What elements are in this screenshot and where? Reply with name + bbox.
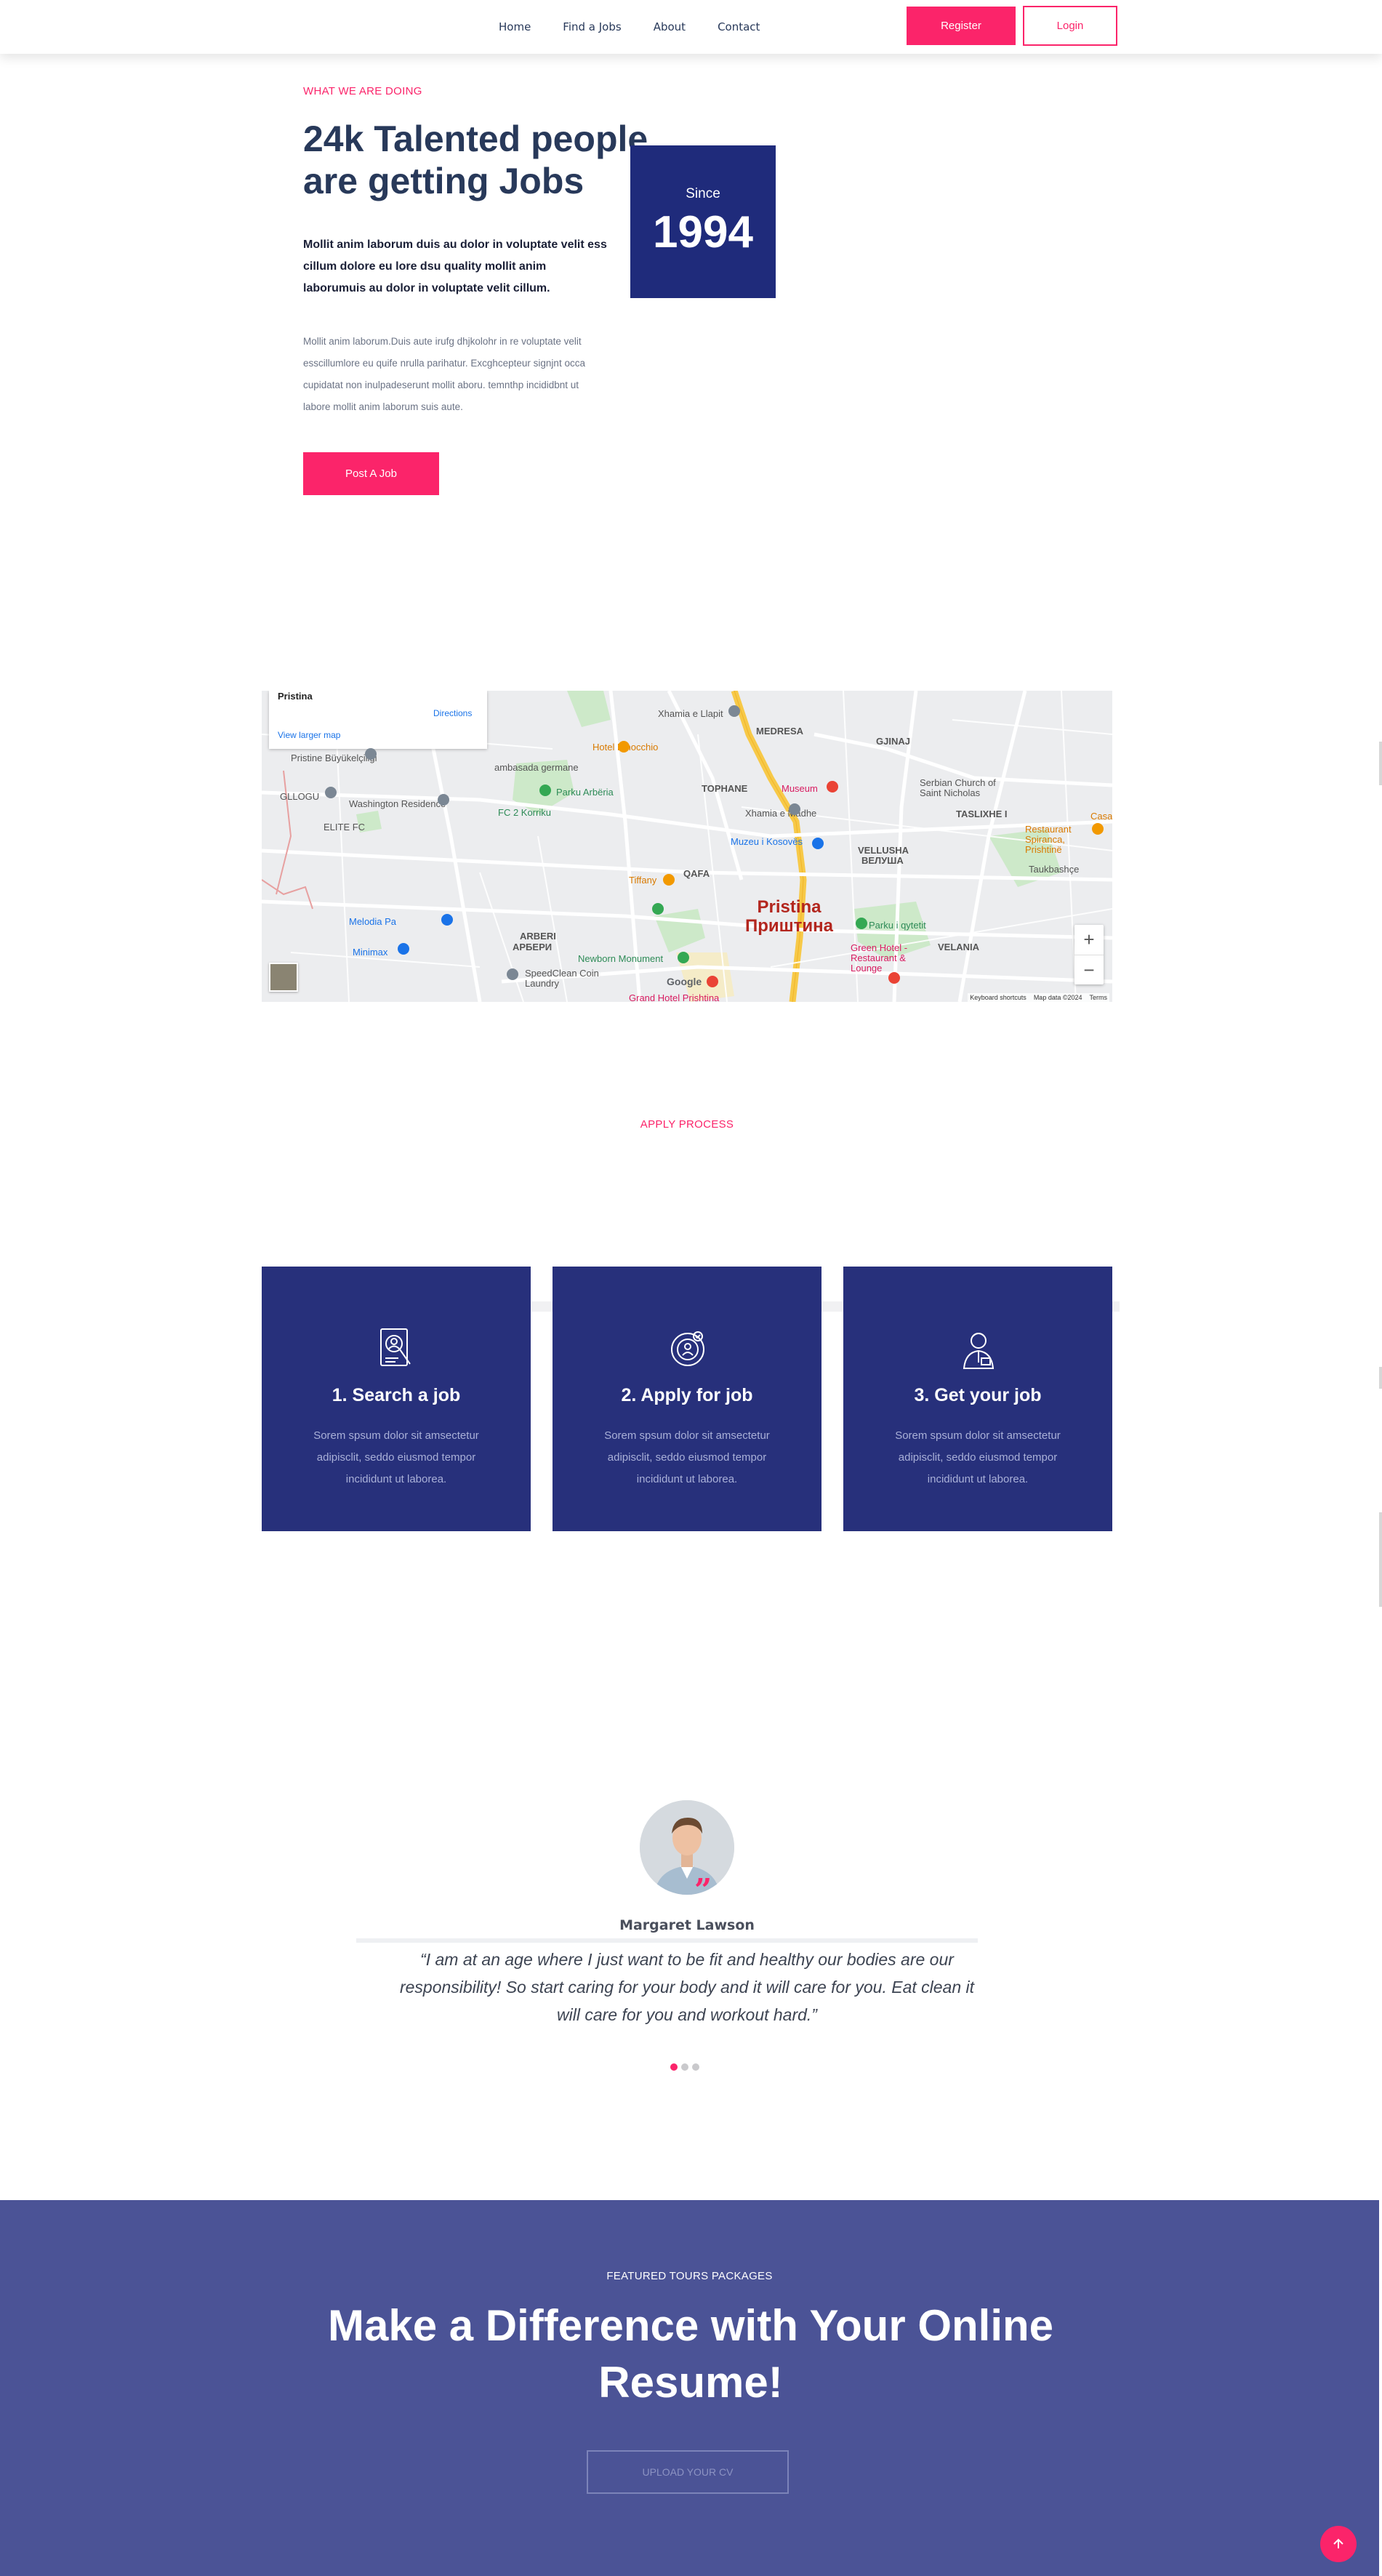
map-data-label: Map data ©2024 <box>1033 994 1082 1001</box>
process-eyebrow: APPLY PROCESS <box>640 1118 734 1131</box>
zoom-in-button[interactable]: + <box>1074 925 1104 955</box>
map-label: Parku Arbëria <box>556 787 614 798</box>
map-label: АРБЕРИ <box>513 942 553 952</box>
upload-cv-button[interactable]: UPLOAD YOUR CV <box>587 2450 789 2494</box>
map-label: Minimax <box>353 947 388 958</box>
about-eyebrow: WHAT WE ARE DOING <box>303 85 422 97</box>
map-city-name: Pristina <box>757 897 821 917</box>
about-paragraph: Mollit anim laborum.Duis aute irufg dhjk… <box>303 336 585 412</box>
back-to-top-button[interactable] <box>1320 2526 1357 2562</box>
map-city-name-cyr: Приштина <box>745 916 834 936</box>
process-card-text: Sorem spsum dolor sit amsectetur adipisc… <box>313 1429 479 1485</box>
map-label: Muzeu i Kosovës <box>731 836 803 847</box>
about-title: 24k Talented people are getting Jobs <box>303 119 648 201</box>
map-place-name: Pristina <box>278 691 313 702</box>
map-label: Melodia Pa <box>349 916 397 927</box>
map-label: Casa <box>1090 811 1112 822</box>
scrollbar-thumb[interactable] <box>1379 1367 1382 1389</box>
process-card-title: 2. Apply for job <box>621 1385 753 1405</box>
process-card-title: 3. Get your job <box>914 1385 1042 1405</box>
cta-title: Make a Difference with Your Online Resum… <box>327 2301 1054 2407</box>
scrollbar-thumb[interactable] <box>1379 742 1382 785</box>
map-label: QAFA <box>683 868 710 879</box>
map-label: FC 2 Korriku <box>498 807 551 818</box>
search-job-icon <box>380 1328 411 1366</box>
get-job-icon <box>963 1333 995 1369</box>
process-card-text: Sorem spsum dolor sit amsectetur adipisc… <box>604 1429 770 1485</box>
testimonial-divider <box>356 1938 978 1943</box>
map-label: Green Hotel - Restaurant & Lounge <box>851 942 908 974</box>
map-label: Taukbashçe <box>1029 864 1080 875</box>
quote-icon: ” <box>694 1872 712 1908</box>
about-bold-text: Mollit anim laborum duis au dolor in vol… <box>303 238 607 294</box>
map-label: Museum <box>782 783 818 794</box>
testimonial-quote: “I am at an age where I just want to be … <box>399 1950 975 2024</box>
map-label: ВЕЛУША <box>861 855 904 866</box>
map-label: Newborn Monument <box>578 953 664 964</box>
cta-eyebrow: FEATURED TOURS PACKAGES <box>606 2270 773 2282</box>
testimonial-name: Margaret Lawson <box>619 1917 755 1933</box>
map-label: ARBERI <box>520 931 556 942</box>
process-card-apply: 2. Apply for job Sorem spsum dolor sit a… <box>553 1267 821 1531</box>
map-label: Serbian Church of Saint Nicholas <box>920 777 996 798</box>
map-view-larger-link[interactable]: View larger map <box>278 730 340 740</box>
map-label: VELANIA <box>938 942 980 952</box>
scrollbar-thumb[interactable] <box>1379 1512 1382 1607</box>
since-year: 1994 <box>653 207 753 257</box>
post-job-button[interactable]: Post A Job <box>303 452 439 495</box>
map-label: Xhamia e Madhe <box>745 808 817 819</box>
map-label: Restaurant Spiranca, Prishtinë <box>1025 824 1072 855</box>
avatar-portrait <box>640 1800 734 1895</box>
map-info-card: Pristina Directions View larger map <box>269 691 487 749</box>
process-card-get: 3. Get your job Sorem spsum dolor sit am… <box>843 1267 1112 1531</box>
zoom-out-button[interactable]: − <box>1074 955 1104 984</box>
cta-edge <box>1379 2200 1382 2576</box>
terms-link[interactable]: Terms <box>1090 994 1108 1001</box>
nav-contact[interactable]: Contact <box>718 20 760 33</box>
arrow-up-icon <box>1333 2538 1343 2548</box>
since-label: Since <box>686 186 720 201</box>
nav-find-jobs[interactable]: Find a Jobs <box>563 20 621 33</box>
map-label: GLLOGU <box>280 791 320 802</box>
map-label: ELITE FC <box>324 822 366 832</box>
map-label: Xhamia e Llapit <box>658 708 723 719</box>
satellite-toggle[interactable] <box>269 963 298 992</box>
embedded-map[interactable]: Pristina Directions View larger map Xham… <box>262 691 1112 1002</box>
register-button[interactable]: Register <box>907 7 1016 45</box>
nav-home[interactable]: Home <box>499 20 531 33</box>
apply-job-icon <box>671 1331 704 1366</box>
map-label: SpeedClean Coin Laundry <box>525 968 599 989</box>
site-header: Home Find a Jobs About Contact Register … <box>0 0 1382 54</box>
map-label: GJINAJ <box>876 736 910 747</box>
carousel-dot[interactable] <box>692 2063 699 2071</box>
since-badge: Since 1994 <box>630 145 776 298</box>
carousel-dots <box>670 2063 699 2071</box>
map-city-label: Pristina Приштина <box>745 898 833 936</box>
nav-about[interactable]: About <box>654 20 686 33</box>
map-attribution: Keyboard shortcuts Map data ©2024 Terms <box>968 993 1109 1002</box>
process-card-title: 1. Search a job <box>332 1385 461 1405</box>
map-label: ambasada germane <box>494 762 579 773</box>
google-logo: Google <box>667 976 702 987</box>
map-zoom-control: + − <box>1074 925 1104 984</box>
map-label: Pristine Büyükelçiliği <box>291 753 377 763</box>
map-label: Parku i qytetit <box>869 920 926 931</box>
map-label: MEDRESA <box>756 726 804 737</box>
map-label: Grand Hotel Prishtina <box>629 992 720 1002</box>
map-label: Tiffany <box>629 875 657 886</box>
keyboard-shortcuts-link[interactable]: Keyboard shortcuts <box>970 994 1027 1001</box>
map-label: Washington Residence <box>349 798 446 809</box>
main-nav: Home Find a Jobs About Contact <box>499 20 792 33</box>
login-button[interactable]: Login <box>1023 6 1117 46</box>
map-label: Hotel Pinocchio <box>592 742 659 753</box>
map-directions-link[interactable]: Directions <box>433 708 472 718</box>
process-card-text: Sorem spsum dolor sit amsectetur adipisc… <box>895 1429 1061 1485</box>
map-label: VELLUSHA <box>858 845 909 856</box>
process-card-search: 1. Search a job Sorem spsum dolor sit am… <box>262 1267 531 1531</box>
map-label: TOPHANE <box>702 783 748 794</box>
carousel-dot[interactable] <box>681 2063 688 2071</box>
carousel-dot[interactable] <box>670 2063 678 2071</box>
map-label: TASLIXHE I <box>956 808 1008 819</box>
avatar <box>640 1800 734 1895</box>
